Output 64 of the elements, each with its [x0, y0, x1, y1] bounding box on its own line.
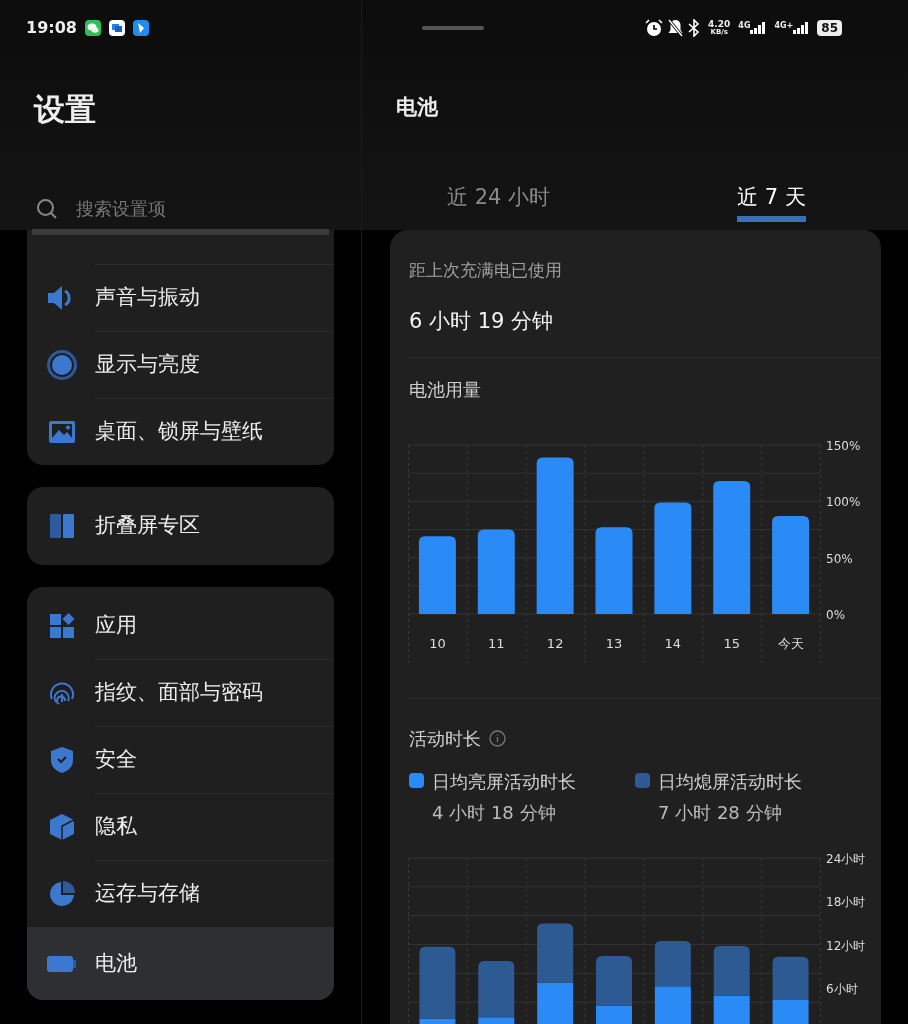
usage-since-value: 6 小时 19 分钟: [409, 307, 555, 335]
network-type: 4G: [738, 22, 751, 30]
section-title: 电池用量: [409, 378, 482, 402]
settings-item[interactable]: 声音与振动: [27, 264, 334, 331]
legend-value: 4 小时 18 分钟: [432, 801, 557, 825]
drag-handle[interactable]: [422, 26, 484, 30]
legend-label: 日均亮屏活动时长: [432, 770, 576, 794]
chart-bar: [654, 940, 691, 987]
chart-bar: [654, 986, 691, 1024]
axis-category-label: 10: [429, 636, 446, 651]
settings-item[interactable]: 显示与亮度: [27, 331, 334, 398]
battery-icon: [47, 954, 77, 973]
settings-item[interactable]: 应用: [27, 592, 334, 659]
fold-icon: [49, 512, 75, 539]
axis-tick-label: 18小时: [826, 895, 866, 910]
info-icon[interactable]: [489, 730, 506, 747]
circle-icon: [47, 349, 77, 380]
mute-icon: [667, 19, 685, 37]
axis-tick-label: 0%: [826, 608, 846, 622]
page-title: 电池: [395, 94, 439, 121]
status-time: 19:08: [26, 17, 77, 39]
search-field[interactable]: 搜索设置项: [74, 194, 294, 223]
app-icon: [132, 20, 149, 36]
signal-icon: [793, 22, 810, 34]
chat-app-icon: [84, 20, 101, 36]
period-tab[interactable]: 近 7 天: [635, 174, 908, 230]
axis-category-label: 11: [488, 636, 505, 651]
axis-tick-label: 24小时: [826, 852, 866, 866]
cube-icon: [49, 812, 75, 841]
legend-value: 7 小时 28 分钟: [658, 801, 783, 825]
alarm-icon: [645, 19, 664, 37]
settings-item[interactable]: 桌面、锁屏与壁纸: [27, 398, 334, 465]
apps-icon: [49, 612, 75, 639]
shield-icon: [49, 745, 75, 774]
axis-tick-label: 6小时: [826, 981, 858, 996]
axis-tick-label: 50%: [826, 551, 853, 566]
axis-category-label: 今天: [777, 636, 804, 651]
bluetooth-icon: [688, 19, 701, 37]
axis-tick-label: 150%: [826, 439, 861, 453]
period-tab[interactable]: 近 24 小时: [362, 174, 635, 230]
axis-category-label: 13: [605, 636, 623, 651]
net-speed: 4.20: [708, 20, 731, 29]
image-icon: [48, 419, 76, 444]
usage-since-label: 距上次充满电已使用: [409, 259, 563, 282]
axis-tick-label: 100%: [826, 495, 861, 510]
chart-bar: [537, 982, 574, 1024]
legend-label: 日均熄屏活动时长: [658, 770, 802, 794]
section-title: 活动时长: [409, 727, 481, 751]
network-type: 4G+: [774, 22, 794, 30]
axis-tick-label: 12小时: [826, 938, 866, 953]
chart-bar: [537, 923, 574, 983]
battery-level: 85: [817, 20, 842, 36]
settings-item[interactable]: 指纹、面部与密码: [27, 659, 334, 726]
axis-category-label: 12: [546, 636, 564, 651]
settings-item[interactable]: 隐私: [27, 793, 334, 860]
signal-icon: [750, 22, 767, 34]
search-icon: [36, 197, 58, 220]
settings-item[interactable]: 电池: [27, 927, 334, 1000]
axis-category-label: 15: [723, 636, 740, 651]
app-icon: [108, 20, 125, 36]
pie-icon: [48, 879, 76, 908]
axis-category-label: 14: [664, 636, 682, 651]
settings-item[interactable]: 安全: [27, 726, 334, 793]
page-title: 设置: [32, 90, 97, 129]
